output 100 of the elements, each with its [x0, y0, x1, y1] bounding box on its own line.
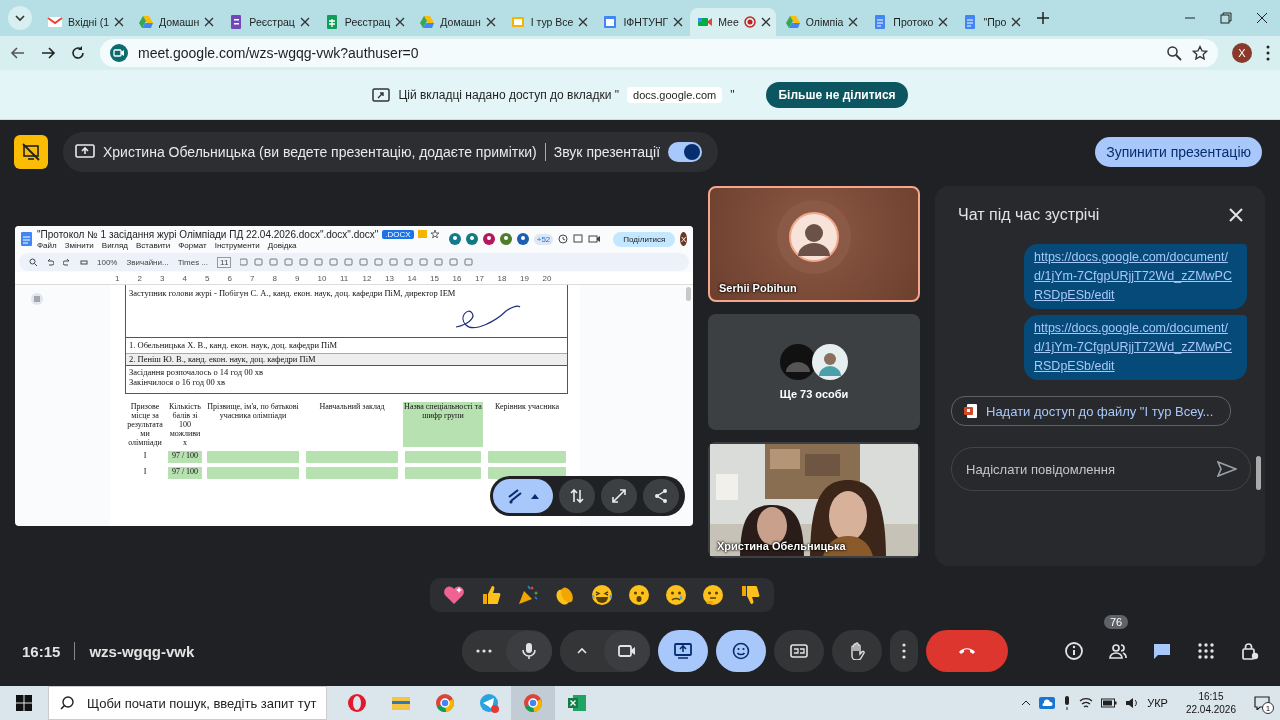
browser-tab[interactable]: ІФНТУНГ	[595, 8, 689, 36]
menu-item[interactable]: Змінити	[64, 240, 94, 250]
notifications-button[interactable]: 1	[1254, 696, 1270, 710]
spreadsheet-icon[interactable]	[567, 693, 587, 713]
search-icon[interactable]	[29, 258, 37, 266]
browser-tab[interactable]: Вхідні (1	[40, 8, 129, 36]
windows-logo-icon[interactable]	[16, 695, 32, 711]
ruler-number: 13	[385, 273, 395, 283]
menu-item[interactable]: Вигляд	[101, 240, 129, 250]
speaker-icon[interactable]	[1125, 697, 1140, 709]
paper-plane-icon[interactable]	[479, 693, 499, 713]
captions-button[interactable]	[774, 630, 824, 672]
font-size-field[interactable]: 11	[217, 256, 232, 268]
zoom-select[interactable]: 100%	[97, 257, 118, 267]
stop-presenting-button[interactable]: Зупинити презентацію	[1095, 137, 1262, 167]
file-share-suggestion[interactable]: Надати доступ до файлу "І тур Всеу...	[951, 396, 1231, 426]
chrome-icon[interactable]	[435, 693, 455, 713]
menu-item[interactable]: Вставити	[136, 240, 171, 250]
clock-time[interactable]: 16:15	[1198, 690, 1224, 703]
browser-tab[interactable]: Протоко	[865, 8, 954, 36]
message-link[interactable]: https://docs.google.com/document/d/1jYm-7CfgpURjjT72Wd_zZMwPCRSDpESb/edit	[1034, 319, 1237, 376]
browser-tab[interactable]: "Про	[955, 8, 1027, 36]
reload-icon[interactable]	[70, 45, 86, 61]
chevron-up-icon[interactable]	[1021, 700, 1032, 706]
ruler-number: 16	[452, 273, 463, 283]
browser-tab[interactable]: Реєстрац	[221, 8, 315, 36]
close-icon[interactable]	[1256, 12, 1268, 24]
browser-tab[interactable]: Реєстрац	[316, 8, 411, 36]
scrollbar-thumb	[1256, 456, 1261, 490]
print-icon[interactable]	[80, 258, 88, 266]
zoom-icon[interactable]	[1166, 45, 1182, 61]
close-icon[interactable]	[673, 17, 684, 27]
sad-face-icon[interactable]	[663, 583, 688, 607]
cloud-icon[interactable]	[1039, 697, 1056, 709]
menu-item[interactable]: Інструменти	[214, 240, 260, 250]
comment-icon[interactable]	[573, 234, 584, 244]
address-bar[interactable]: meet.google.com/wzs-wgqg-vwk?authuser=0	[100, 39, 1218, 67]
browser-tab[interactable]: Домашн	[131, 8, 220, 36]
present-button[interactable]	[658, 630, 708, 672]
browser-icon[interactable]	[347, 693, 367, 713]
menu-item[interactable]: Формат	[178, 240, 207, 250]
share-button[interactable]	[643, 479, 679, 513]
tab-list-icon[interactable]	[6, 4, 34, 32]
camera-button[interactable]	[604, 631, 650, 671]
message-input[interactable]: Надіслати повідомлення	[951, 447, 1251, 491]
annotate-button[interactable]	[493, 479, 553, 513]
close-icon[interactable]	[848, 17, 859, 27]
clock-date[interactable]: 22.04.2026	[1185, 703, 1236, 716]
star-icon[interactable]	[430, 230, 439, 238]
share-button[interactable]: Поділитися	[613, 231, 676, 247]
battery-icon[interactable]	[1101, 698, 1118, 708]
browser-tab[interactable]: І тур Все	[502, 8, 594, 36]
more-icon[interactable]	[1266, 45, 1270, 61]
history-icon[interactable]	[558, 234, 569, 244]
microphone-button[interactable]	[506, 631, 552, 671]
thinking-face-icon[interactable]	[700, 583, 725, 607]
close-icon[interactable]	[395, 17, 406, 27]
video-camera-icon[interactable]	[588, 234, 603, 244]
redo-icon[interactable]	[63, 258, 71, 266]
menu-item[interactable]: Довідка	[267, 240, 297, 250]
style-select[interactable]: Звичайни...	[126, 257, 169, 267]
menu-item[interactable]: Файл	[37, 240, 57, 250]
browser-tab[interactable]: Mee	[690, 8, 776, 36]
star-icon[interactable]	[1192, 45, 1208, 61]
forward-icon[interactable]	[40, 45, 56, 61]
restore-icon[interactable]	[1220, 12, 1232, 24]
close-icon[interactable]	[299, 17, 310, 27]
close-icon[interactable]	[1011, 17, 1022, 27]
surprised-face-icon[interactable]	[626, 583, 651, 607]
leave-call-button[interactable]	[926, 630, 1008, 672]
microphone-icon[interactable]	[1063, 696, 1072, 710]
browser-tab[interactable]: Олімпіа	[777, 8, 864, 36]
message-link[interactable]: https://docs.google.com/document/d/1jYm-7CfgpURjjT72Wd_zZMwPCRSDpESb/edit	[1034, 248, 1237, 305]
laughing-face-icon[interactable]	[589, 583, 614, 607]
language-indicator[interactable]: УКР	[1147, 697, 1168, 709]
undo-icon[interactable]	[46, 258, 54, 266]
wifi-icon[interactable]	[1079, 697, 1094, 709]
profile-avatar[interactable]: X	[1232, 43, 1252, 63]
close-icon[interactable]	[204, 17, 215, 27]
close-icon[interactable]	[578, 17, 589, 27]
new-tab-icon[interactable]	[1036, 11, 1051, 25]
reactions-button[interactable]	[716, 630, 766, 672]
chrome-icon[interactable]	[523, 693, 543, 713]
close-icon[interactable]	[485, 17, 496, 27]
stop-sharing-button[interactable]: Більше не ділитися	[766, 81, 908, 108]
send-icon[interactable]	[1217, 461, 1237, 477]
raise-hand-button[interactable]	[832, 630, 882, 672]
fullscreen-button[interactable]	[601, 479, 637, 513]
close-icon[interactable]	[114, 17, 124, 27]
close-icon[interactable]	[760, 17, 771, 27]
paragraph: Закінчилося о 16 год 00 хв	[129, 377, 227, 387]
font-select[interactable]: Times ...	[177, 257, 209, 267]
close-icon[interactable]	[938, 17, 949, 27]
ruler-number: 7	[250, 273, 256, 283]
taskbar-search[interactable]: Щоби почати пошук, введіть запит тут	[48, 686, 327, 720]
swap-button[interactable]	[559, 479, 595, 513]
browser-tab[interactable]: Домашн	[412, 8, 501, 36]
back-icon[interactable]	[10, 45, 26, 61]
more-actions-button[interactable]	[890, 630, 918, 672]
audio-toggle[interactable]	[668, 142, 703, 162]
